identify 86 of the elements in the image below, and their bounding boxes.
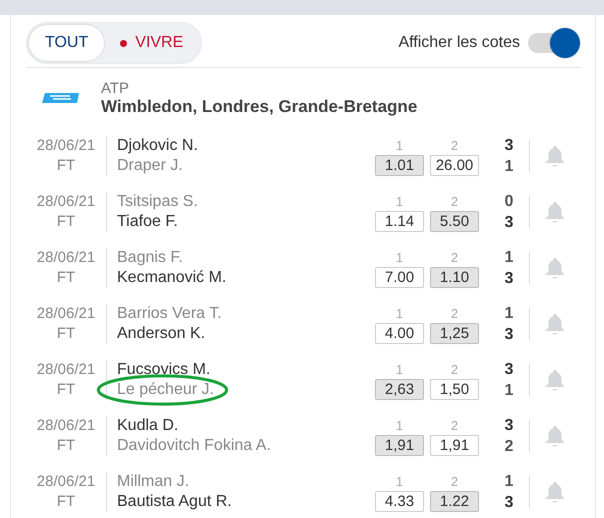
odds-label: 2 bbox=[450, 248, 458, 266]
match-status: FT bbox=[56, 268, 76, 288]
match-date: 28/06/21 bbox=[36, 416, 96, 436]
match-date: 28/06/21 bbox=[36, 248, 96, 268]
odds-value[interactable]: 1,50 bbox=[430, 378, 479, 400]
filter-tab[interactable]: TOUT bbox=[29, 25, 104, 61]
score: 3 bbox=[504, 360, 514, 380]
player-name: Tsitsipas S. bbox=[117, 192, 198, 212]
score: 3 bbox=[504, 416, 514, 436]
score: 1 bbox=[504, 304, 514, 324]
odds-value[interactable]: 1.22 bbox=[430, 490, 479, 512]
odds-value[interactable]: 1,91 bbox=[430, 434, 479, 456]
score: 1 bbox=[504, 248, 514, 268]
bell-icon[interactable] bbox=[545, 313, 565, 335]
score: 1 bbox=[504, 472, 514, 492]
odds-label: 1 bbox=[396, 192, 404, 210]
match-status: FT bbox=[56, 212, 76, 232]
player-name: Anderson K. bbox=[117, 324, 206, 344]
score: 3 bbox=[504, 493, 514, 513]
odds-label: 2 bbox=[450, 304, 458, 322]
odds-label: 1 bbox=[396, 416, 404, 434]
odds-value[interactable]: 1.01 bbox=[375, 154, 424, 176]
odds-label: 1 bbox=[396, 472, 404, 490]
match-date: 28/06/21 bbox=[36, 136, 96, 156]
player-name: Bautista Agut R. bbox=[117, 492, 232, 512]
odds-toggle[interactable] bbox=[528, 28, 580, 58]
player-name: Millman J. bbox=[117, 472, 190, 492]
match-status: FT bbox=[56, 324, 76, 344]
odds-label: 2 bbox=[450, 136, 458, 154]
odds-value[interactable]: 5.50 bbox=[430, 210, 479, 232]
player-name: Fucsovics M. bbox=[117, 360, 210, 380]
odds-value[interactable]: 7.00 bbox=[375, 266, 424, 288]
match-date: 28/06/21 bbox=[36, 360, 96, 380]
odds-value[interactable]: 1,25 bbox=[430, 322, 479, 344]
score: 3 bbox=[504, 269, 514, 289]
live-dot-icon bbox=[120, 40, 128, 46]
odds-label: 1 bbox=[396, 248, 404, 266]
odds-value[interactable]: 1.10 bbox=[430, 266, 479, 288]
odds-value[interactable]: 2,63 bbox=[375, 378, 424, 400]
match-date: 28/06/21 bbox=[36, 192, 96, 212]
filter-tab[interactable]: VIVRE bbox=[104, 25, 200, 61]
tab-label: VIVRE bbox=[135, 34, 184, 52]
player-name: Davidovitch Fokina A. bbox=[117, 436, 271, 456]
bell-icon[interactable] bbox=[545, 425, 565, 447]
odds-label: 1 bbox=[396, 136, 404, 154]
score: 1 bbox=[504, 157, 514, 177]
odds-label: 2 bbox=[450, 472, 458, 490]
player-name: Le pécheur J. bbox=[117, 380, 214, 400]
score: 2 bbox=[504, 437, 514, 457]
score: 3 bbox=[504, 325, 514, 345]
bell-icon[interactable] bbox=[545, 201, 565, 223]
logo-icon bbox=[41, 90, 81, 106]
bell-icon[interactable] bbox=[545, 481, 565, 503]
league-category: ATP bbox=[101, 80, 130, 96]
match-status: FT bbox=[56, 492, 76, 512]
odds-value[interactable]: 4.00 bbox=[375, 322, 424, 344]
odds-label: 2 bbox=[450, 416, 458, 434]
player-name: Kecmanović M. bbox=[117, 268, 226, 288]
match-date: 28/06/21 bbox=[36, 472, 96, 492]
odds-label: 1 bbox=[396, 360, 404, 378]
player-name: Draper J. bbox=[117, 156, 183, 176]
odds-value[interactable]: 1,91 bbox=[375, 434, 424, 456]
bell-icon[interactable] bbox=[545, 369, 565, 391]
toggle-label: Afficher les cotes bbox=[398, 34, 520, 52]
player-name: Bagnis F. bbox=[117, 248, 183, 268]
player-name: Barrios Vera T. bbox=[117, 304, 222, 324]
match-date: 28/06/21 bbox=[36, 304, 96, 324]
odds-label: 2 bbox=[450, 192, 458, 210]
score: 1 bbox=[504, 381, 514, 401]
match-status: FT bbox=[56, 156, 76, 176]
odds-value[interactable]: 4.33 bbox=[375, 490, 424, 512]
odds-label: 2 bbox=[450, 360, 458, 378]
player-name: Djokovic N. bbox=[117, 136, 198, 156]
odds-value[interactable]: 1.14 bbox=[375, 210, 424, 232]
bell-icon[interactable] bbox=[545, 145, 565, 167]
odds-label: 1 bbox=[396, 304, 404, 322]
score: 3 bbox=[504, 213, 514, 233]
score: 3 bbox=[504, 136, 514, 156]
player-name: Kudla D. bbox=[117, 416, 178, 436]
match-status: FT bbox=[56, 380, 76, 400]
score: 0 bbox=[504, 192, 514, 212]
bell-icon[interactable] bbox=[545, 257, 565, 279]
tournament-name: Wimbledon, Londres, Grande-Bretagne bbox=[101, 96, 418, 116]
odds-value[interactable]: 26.00 bbox=[430, 154, 479, 176]
match-status: FT bbox=[56, 436, 76, 456]
player-name: Tiafoe F. bbox=[117, 212, 178, 232]
